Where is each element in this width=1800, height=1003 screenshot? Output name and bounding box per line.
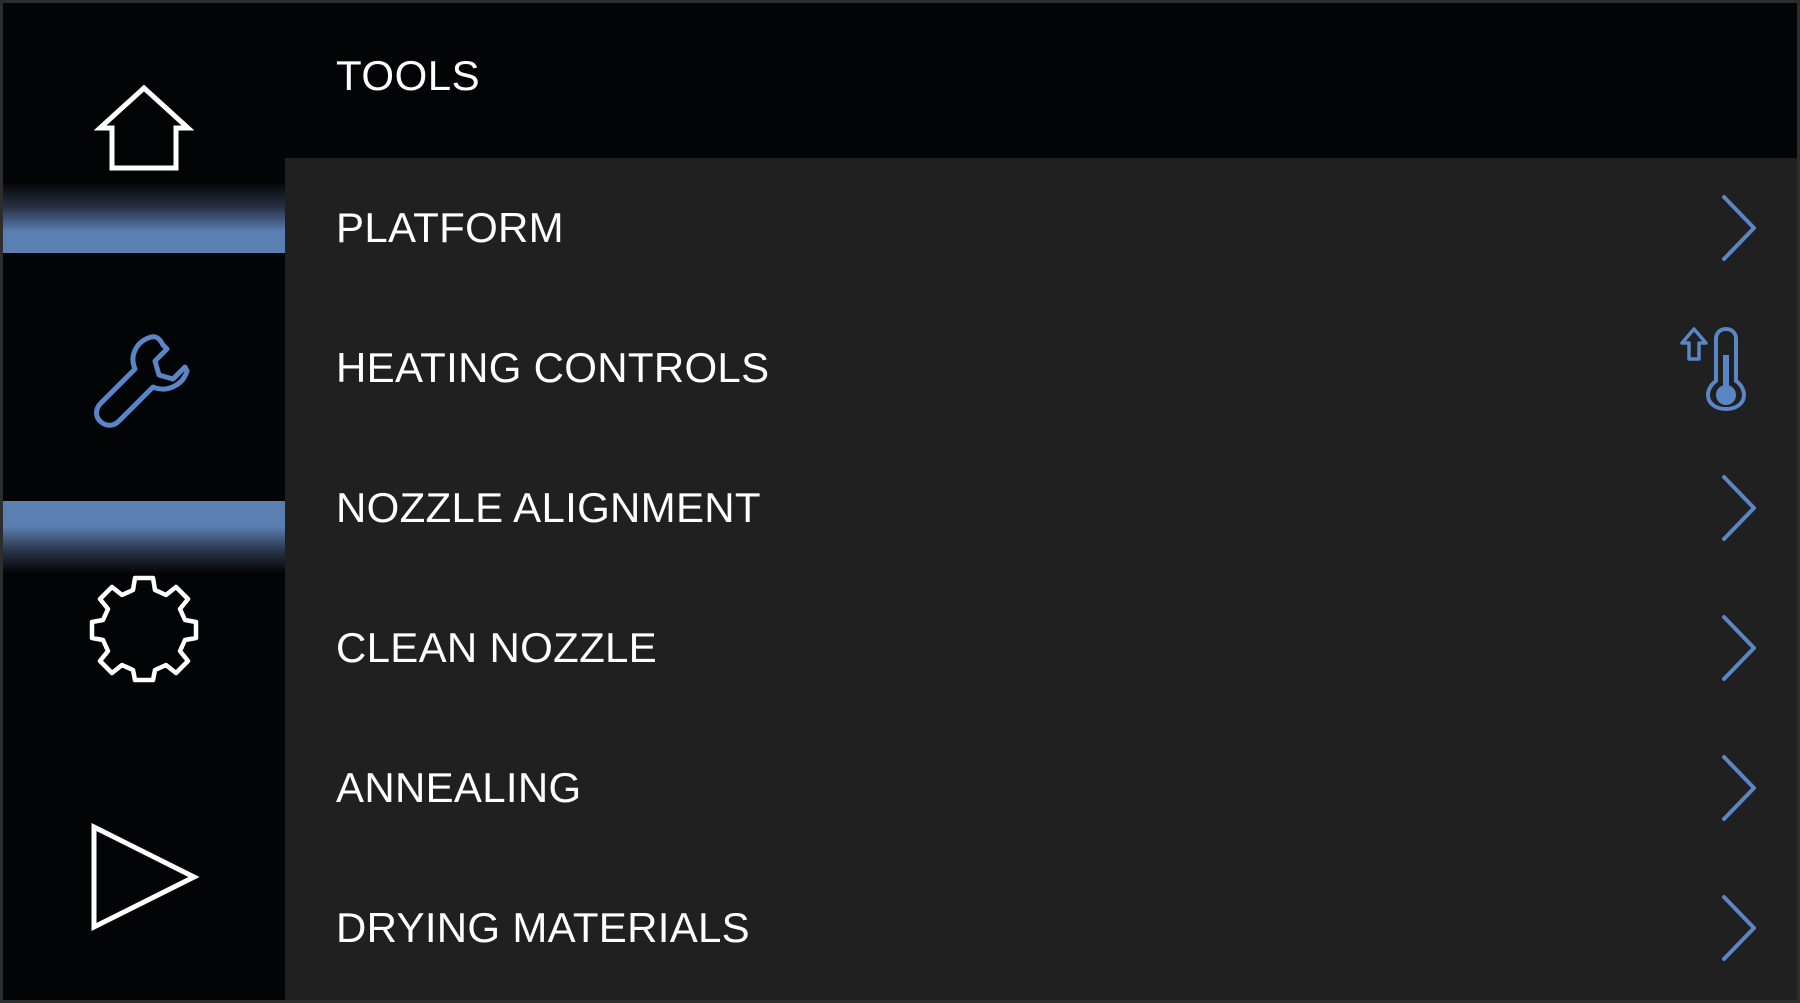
menu-item-label: ANNEALING: [336, 764, 582, 811]
gear-icon: [89, 575, 199, 683]
sidebar-item-settings[interactable]: [3, 503, 285, 753]
chevron-right-icon: [1722, 475, 1756, 541]
sidebar-item-home[interactable]: [3, 3, 285, 253]
menu-item-annealing[interactable]: ANNEALING: [285, 718, 1800, 858]
page-title: TOOLS: [336, 52, 481, 99]
menu-item-nozzle-alignment[interactable]: NOZZLE ALIGNMENT: [285, 438, 1800, 578]
sidebar-item-tools[interactable]: [3, 253, 285, 503]
tools-screen: TOOLS PLATFORM HEATING CONTROLS NOZZLE A…: [0, 0, 1800, 1003]
menu-item-platform[interactable]: PLATFORM: [285, 158, 1800, 298]
menu-item-clean-nozzle[interactable]: CLEAN NOZZLE: [285, 578, 1800, 718]
chevron-right-icon: [1722, 615, 1756, 681]
menu-item-label: PLATFORM: [336, 204, 564, 251]
chevron-right-icon: [1722, 195, 1756, 261]
menu-item-label: NOZZLE ALIGNMENT: [336, 484, 761, 531]
menu-item-label: CLEAN NOZZLE: [336, 624, 657, 671]
menu-item-heating-controls[interactable]: HEATING CONTROLS: [285, 298, 1800, 438]
home-icon: [94, 84, 194, 171]
menu-item-drying-materials[interactable]: DRYING MATERIALS: [285, 858, 1800, 998]
sidebar-item-print[interactable]: [3, 753, 285, 1000]
menu-item-label: HEATING CONTROLS: [336, 344, 770, 391]
sidebar: [3, 3, 285, 1000]
play-icon: [91, 822, 200, 931]
chevron-right-icon: [1722, 755, 1756, 821]
wrench-icon: [94, 334, 190, 428]
chevron-right-icon: [1722, 895, 1756, 961]
thermometer-up-icon: [1680, 327, 1746, 411]
tools-menu-list: PLATFORM HEATING CONTROLS NOZZLE ALIGNME…: [285, 158, 1800, 1003]
menu-item-label: DRYING MATERIALS: [336, 904, 750, 951]
